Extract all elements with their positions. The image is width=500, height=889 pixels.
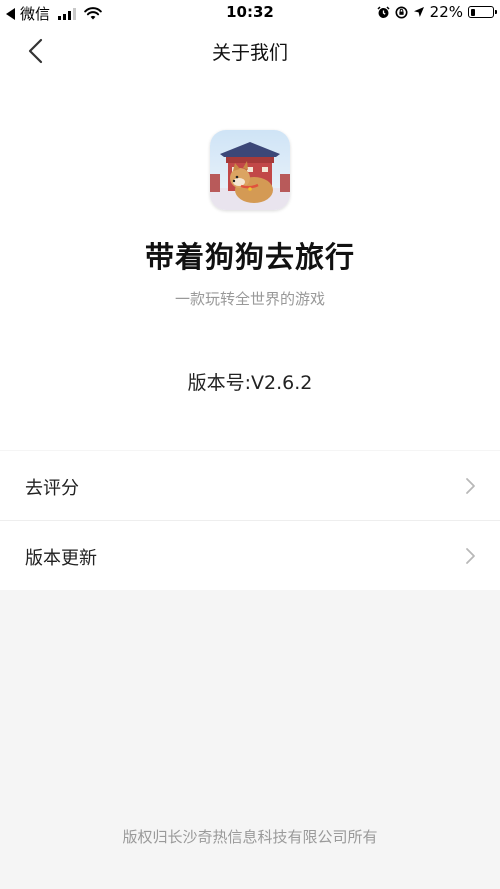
location-arrow-icon <box>413 7 424 17</box>
alarm-icon <box>377 5 390 18</box>
rate-app-item[interactable]: 去评分 <box>0 451 500 521</box>
app-version: 版本号:V2.6.2 <box>187 372 313 394</box>
status-right: 22% <box>377 3 497 21</box>
battery-icon <box>468 6 497 18</box>
version-update-item[interactable]: 版本更新 <box>0 521 500 590</box>
rotation-lock-icon <box>395 6 408 18</box>
chevron-right-icon <box>466 548 475 564</box>
chevron-right-icon <box>466 478 475 494</box>
app-name: 带着狗狗去旅行 <box>144 240 355 274</box>
rate-app-label: 去评分 <box>25 478 79 499</box>
app-logo-icon <box>210 130 290 210</box>
battery-percent: 22% <box>429 3 463 21</box>
about-menu-list: 去评分 版本更新 <box>0 451 500 590</box>
about-hero: 带着狗狗去旅行 一款玩转全世界的游戏 版本号:V2.6.2 <box>0 78 500 450</box>
status-bar: 微信 10:32 22% <box>0 0 500 24</box>
nav-bar: 关于我们 <box>0 24 500 78</box>
page-title: 关于我们 <box>211 42 288 64</box>
app-slogan: 一款玩转全世界的游戏 <box>174 290 325 308</box>
version-update-label: 版本更新 <box>25 548 97 569</box>
battery-fill <box>470 8 475 16</box>
copyright-text: 版权归长沙奇热信息科技有限公司所有 <box>122 828 378 846</box>
